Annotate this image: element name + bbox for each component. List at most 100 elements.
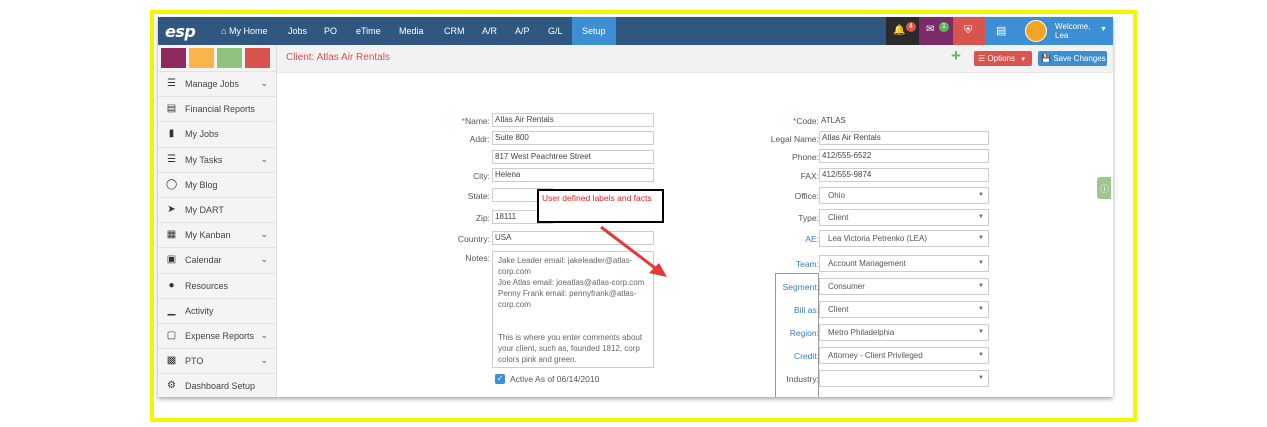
swatch-green[interactable]: [217, 48, 242, 68]
app-logo[interactable]: esp: [165, 22, 196, 41]
industry-select[interactable]: ▼: [819, 370, 989, 387]
addr-line1-input[interactable]: Suite 800: [492, 131, 654, 145]
type-label: Type:: [798, 213, 819, 223]
nav-setup[interactable]: Setup: [572, 17, 616, 45]
nav-ar[interactable]: A/R: [482, 17, 497, 45]
swatch-red[interactable]: [245, 48, 270, 68]
name-input[interactable]: Atlas Air Rentals: [492, 113, 654, 127]
chevron-down-icon: ▼: [978, 235, 984, 241]
fax-input[interactable]: 412/555-9874: [819, 168, 989, 182]
addr-line2-input[interactable]: 817 West Peachtree Street: [492, 150, 654, 164]
nav-my-home-label: My Home: [228, 26, 268, 36]
sidebar-item-manage-jobs[interactable]: ☰ Manage Jobs ⌄: [158, 71, 276, 96]
chevron-down-icon: ▼: [978, 329, 984, 335]
user-menu[interactable]: Welcome, Lea ▼: [1018, 17, 1113, 45]
save-changes-button[interactable]: 💾 Save Changes: [1038, 51, 1107, 66]
chevron-down-icon[interactable]: ⌄: [260, 229, 268, 240]
book-button[interactable]: ▤: [985, 17, 1018, 45]
nav-my-home[interactable]: ⌂ My Home: [221, 17, 267, 45]
chevron-down-icon[interactable]: ⌄: [260, 254, 268, 265]
sidebar-item-label: Manage Jobs: [185, 79, 240, 89]
active-checkbox[interactable]: ✓: [495, 374, 505, 384]
fax-label: FAX:: [800, 171, 819, 181]
segment-select[interactable]: Consumer ▼: [819, 278, 989, 295]
sidebar-item-label: PTO: [185, 356, 204, 367]
sidebar-item-pto[interactable]: ▩ PTO ⌄: [158, 348, 276, 373]
sidebar-item-label: My DART: [185, 205, 224, 215]
swatch-purple[interactable]: [161, 48, 186, 68]
nav-crm[interactable]: CRM: [444, 17, 465, 45]
bell-icon: 🔔: [893, 25, 906, 36]
save-changes-label: Save Changes: [1053, 54, 1106, 63]
annotation-callout: User defined labels and facts: [537, 189, 664, 223]
nav-gl[interactable]: G/L: [548, 17, 563, 45]
sidebar-item-my-tasks[interactable]: ☰ My Tasks ⌄: [158, 146, 276, 172]
chevron-down-icon: ▼: [978, 352, 984, 358]
sidebar-item-label: Calendar: [185, 255, 222, 266]
sidebar-item-calendar[interactable]: ▣ Calendar ⌄: [158, 247, 276, 272]
map-icon: ▦: [166, 229, 177, 241]
nav-po[interactable]: PO: [324, 17, 337, 45]
sidebar-item-label: Resources: [185, 280, 229, 291]
annotation-text: User defined labels and facts: [542, 193, 652, 203]
sidebar-item-my-kanban[interactable]: ▦ My Kanban ⌄: [158, 222, 276, 247]
alerts-badge: 4: [906, 22, 916, 32]
phone-input[interactable]: 412/555-6522: [819, 149, 989, 163]
credit-select[interactable]: Attorney - Client Privileged ▼: [819, 347, 989, 364]
page-header: Client: Atlas Air Rentals + ☰ Options ▼ …: [277, 45, 1113, 73]
user-name: Lea: [1055, 31, 1069, 40]
options-button[interactable]: ☰ Options ▼: [974, 51, 1032, 66]
side-drawer-tab[interactable]: ⓘ: [1097, 177, 1111, 199]
type-select[interactable]: Client ▼: [819, 209, 989, 226]
bill-as-select[interactable]: Client ▼: [819, 301, 989, 318]
region-select[interactable]: Metro Philadelphia ▼: [819, 324, 989, 341]
main-content: Client: Atlas Air Rentals + ☰ Options ▼ …: [277, 45, 1113, 397]
sidebar-item-expense-reports[interactable]: ▢ Expense Reports ⌄: [158, 323, 276, 348]
chat-icon: ◯: [166, 178, 178, 190]
home-icon: ⌂: [221, 26, 227, 36]
chevron-down-icon: ▼: [978, 306, 984, 312]
sidebar-item-label: Financial Reports: [185, 104, 256, 115]
nav-media[interactable]: Media: [399, 17, 424, 45]
legal-name-label: Legal Name:: [770, 134, 819, 144]
ae-select[interactable]: Lea Victoria Petrenko (LEA) ▼: [819, 230, 989, 247]
caret-down-icon: ▼: [1100, 26, 1107, 33]
sidebar-item-financial-reports[interactable]: ▤ Financial Reports: [158, 96, 276, 121]
nav-jobs[interactable]: Jobs: [288, 17, 307, 45]
users-icon: ●: [168, 279, 175, 291]
nav-ap[interactable]: A/P: [515, 17, 530, 45]
chevron-down-icon[interactable]: ⌄: [260, 154, 268, 165]
sidebar-item-resources[interactable]: ● Resources: [158, 272, 276, 298]
chevron-down-icon: ▼: [978, 260, 984, 266]
sidebar-item-my-blog[interactable]: ◯ My Blog: [158, 171, 276, 197]
messages-button[interactable]: ✉ 1: [919, 17, 953, 45]
alerts-button[interactable]: 🔔 4: [886, 17, 919, 45]
info-icon: ⓘ: [1100, 184, 1110, 194]
team-select[interactable]: Account Management ▼: [819, 255, 989, 272]
sidebar-item-my-dart[interactable]: ➤ My DART: [158, 197, 276, 222]
nav-etime[interactable]: eTime: [356, 17, 381, 45]
sidebar-item-activity[interactable]: ▁ Activity: [158, 297, 276, 323]
add-icon[interactable]: +: [951, 46, 961, 66]
database-button[interactable]: ⛨: [953, 17, 985, 45]
sidebar-item-my-jobs[interactable]: ▮ My Jobs: [158, 121, 276, 146]
page-title: Client: Atlas Air Rentals: [286, 52, 390, 63]
addr-label: Addr:: [469, 134, 490, 144]
city-input[interactable]: Helena: [492, 168, 654, 182]
welcome-label: Welcome,: [1055, 22, 1091, 31]
gears-icon: ⚙: [167, 380, 176, 392]
annotation-arrow: [600, 225, 667, 277]
sidebar-item-label: My Kanban: [185, 230, 231, 241]
caret-down-icon: ▼: [1020, 57, 1027, 63]
highlight-frame: esp ⌂ My Home Jobs PO eTime Media CRM A/…: [150, 10, 1137, 422]
chevron-down-icon: ▼: [978, 192, 984, 198]
legal-name-input[interactable]: Atlas Air Rentals: [819, 131, 989, 145]
chevron-down-icon[interactable]: ⌄: [260, 330, 268, 341]
chevron-down-icon[interactable]: ⌄: [260, 355, 268, 366]
sidebar-item-dashboard-setup[interactable]: ⚙ Dashboard Setup: [158, 373, 276, 397]
notes-label: Notes:: [465, 253, 490, 263]
chevron-down-icon[interactable]: ⌄: [260, 78, 268, 89]
office-select[interactable]: Ohio ▼: [819, 187, 989, 204]
swatch-orange[interactable]: [189, 48, 214, 68]
highlight-box: [775, 273, 819, 397]
